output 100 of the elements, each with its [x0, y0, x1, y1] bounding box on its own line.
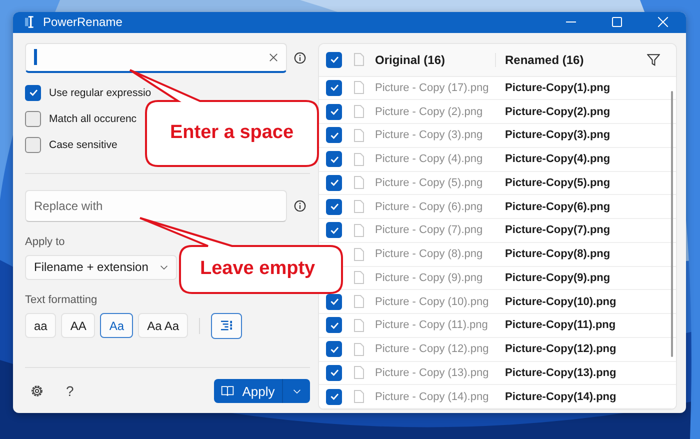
- renamed-name: Picture-Copy(14).png: [505, 390, 616, 403]
- row-checkbox[interactable]: [326, 364, 342, 381]
- file-icon: [354, 342, 364, 356]
- case-button[interactable]: AA: [61, 313, 96, 338]
- original-name: Picture - Copy (13).png: [375, 366, 490, 379]
- file-icon: [354, 318, 364, 332]
- row-checkbox[interactable]: [326, 341, 342, 358]
- file-icon: [354, 248, 364, 261]
- apply-to-dropdown[interactable]: Filename + extension: [25, 254, 177, 280]
- callout-text: Enter a space: [170, 122, 294, 144]
- row-checkbox[interactable]: [326, 127, 342, 144]
- window-title: PowerRename: [43, 15, 122, 30]
- check-icon: [328, 82, 340, 94]
- apply-button[interactable]: Apply: [214, 379, 282, 403]
- file-icon: [354, 200, 364, 214]
- row-checkbox[interactable]: [326, 80, 342, 96]
- close-icon[interactable]: [658, 17, 668, 28]
- renamed-name: Picture-Copy(6).png: [505, 200, 610, 213]
- renamed-name: Picture-Copy(4).png: [505, 153, 610, 166]
- app-icon: [25, 16, 35, 28]
- renamed-name: Picture-Copy(5).png: [505, 176, 610, 189]
- list-icon: [220, 320, 234, 331]
- row-checkbox[interactable]: [326, 222, 342, 238]
- file-icon: [354, 105, 364, 118]
- original-name: Picture - Copy (14).png: [375, 390, 490, 403]
- clear-icon[interactable]: [269, 52, 278, 62]
- check-icon: [328, 367, 340, 378]
- renamed-name: Picture-Copy(3).png: [505, 129, 610, 142]
- check-icon: [328, 201, 340, 212]
- row-checkbox[interactable]: [326, 174, 342, 191]
- checkbox[interactable]: [25, 84, 41, 100]
- row-checkbox[interactable]: [326, 294, 342, 310]
- checkbox-label: Use regular expressio: [49, 86, 152, 98]
- chevron-icon: [160, 264, 168, 270]
- check-icon: [328, 391, 340, 402]
- info-icon[interactable]: [294, 200, 306, 212]
- renamed-name: Picture-Copy(11).png: [505, 319, 616, 332]
- file-icon: [354, 53, 364, 66]
- replace-field[interactable]: Replace with: [25, 190, 287, 222]
- chevron-icon: [292, 388, 300, 394]
- file-icon: [354, 366, 364, 380]
- original-name: Picture - Copy (4).png: [375, 153, 484, 166]
- row-checkbox[interactable]: [326, 388, 342, 405]
- case-button[interactable]: Aa: [100, 313, 134, 338]
- file-icon: [354, 81, 364, 94]
- original-name: Picture - Copy (9).png: [375, 272, 484, 284]
- original-name: Picture - Copy (7).png: [375, 224, 484, 236]
- file-icon: [354, 295, 364, 308]
- file-icon: [354, 176, 364, 190]
- original-name: Picture - Copy (10).png: [375, 296, 490, 308]
- original-name: Picture - Copy (5).png: [375, 176, 484, 189]
- renamed-name: Picture-Copy(8).png: [505, 248, 610, 260]
- row-checkbox[interactable]: [326, 317, 342, 334]
- original-name: Picture - Copy (6).png: [375, 200, 484, 213]
- file-icon: [354, 271, 364, 284]
- original-name: Picture - Copy (12).png: [375, 343, 490, 356]
- file-icon: [354, 128, 364, 142]
- renamed-name: Picture-Copy(10).png: [505, 296, 616, 308]
- original-name: Picture - Copy (8).png: [375, 248, 484, 260]
- checkbox-label: Match all occurenc: [49, 112, 137, 124]
- check-icon: [328, 296, 340, 308]
- original-name: Picture - Copy (17).png: [375, 82, 490, 94]
- help-button[interactable]: ?: [66, 383, 74, 399]
- row-checkbox[interactable]: [326, 104, 342, 120]
- column-header[interactable]: Renamed (16): [495, 52, 584, 66]
- book-icon: [221, 385, 234, 397]
- text-cursor-icon: [34, 49, 37, 65]
- renamed-name: Picture-Copy(2).png: [505, 106, 610, 118]
- renamed-name: Picture-Copy(1).png: [505, 82, 610, 94]
- checkbox[interactable]: [25, 136, 41, 152]
- check-icon: [328, 54, 340, 65]
- checkbox-label: Case sensitive: [49, 138, 118, 150]
- file-icon: [354, 390, 364, 404]
- checkbox[interactable]: [25, 110, 41, 126]
- check-icon: [28, 87, 38, 98]
- original-name: Picture - Copy (2).png: [375, 106, 484, 118]
- filter-icon[interactable]: [647, 54, 660, 66]
- file-icon: [354, 224, 364, 237]
- check-icon: [328, 106, 340, 118]
- callout-text: Leave empty: [200, 258, 316, 280]
- column-header[interactable]: Original (16): [375, 52, 495, 66]
- check-icon: [328, 177, 340, 188]
- case-button[interactable]: aa: [25, 313, 56, 338]
- renamed-name: Picture-Copy(13).png: [505, 366, 616, 379]
- row-checkbox[interactable]: [326, 151, 342, 168]
- scrollbar[interactable]: [671, 90, 673, 356]
- row-checkbox[interactable]: [326, 198, 342, 215]
- original-name: Picture - Copy (3).png: [375, 129, 484, 142]
- renamed-name: Picture-Copy(9).png: [505, 272, 610, 284]
- apply-options-button[interactable]: [282, 379, 310, 403]
- maximize-icon[interactable]: [612, 17, 622, 28]
- section-label: Text formatting: [25, 294, 98, 306]
- section-label: Apply to: [25, 236, 66, 248]
- search-field[interactable]: [25, 42, 287, 72]
- settings-icon[interactable]: [30, 384, 44, 398]
- enumerate-button[interactable]: [211, 312, 242, 338]
- info-icon[interactable]: [294, 52, 306, 64]
- renamed-name: Picture-Copy(12).png: [505, 343, 616, 356]
- select-all-checkbox[interactable]: [326, 52, 342, 68]
- case-button[interactable]: Aa Aa: [138, 313, 188, 338]
